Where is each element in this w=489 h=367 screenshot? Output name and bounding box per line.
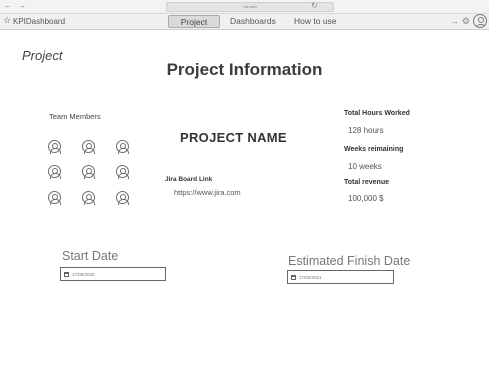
- reload-icon[interactable]: ↻: [311, 1, 318, 10]
- estimated-finish-date-input[interactable]: 17/02/2021: [287, 270, 394, 284]
- team-member-avatar-icon[interactable]: [82, 165, 95, 179]
- start-date-input[interactable]: 17/09/2020: [60, 267, 166, 281]
- project-name: PROJECT NAME: [180, 130, 287, 145]
- appbar-right-icons: → ⚙: [450, 14, 487, 28]
- tab-dashboards[interactable]: Dashboards: [226, 15, 280, 28]
- back-forward-arrows[interactable]: ← →: [4, 1, 28, 10]
- url-text: url.com: [243, 4, 257, 9]
- start-date-value: 17/09/2020: [72, 271, 95, 277]
- total-revenue-value: 100,000 $: [348, 194, 384, 203]
- team-member-avatar-icon[interactable]: [116, 140, 129, 154]
- finish-date-value: 17/02/2021: [299, 274, 322, 280]
- total-hours-value: 128 hours: [348, 126, 384, 135]
- page-title: Project Information: [166, 60, 323, 79]
- logout-arrow-icon[interactable]: →: [450, 16, 459, 26]
- total-hours-label: Total Hours Worked: [344, 110, 410, 117]
- url-bar[interactable]: url.com: [166, 2, 334, 12]
- team-member-avatar-icon[interactable]: [82, 140, 95, 154]
- weeks-remaining-value: 10 weeks: [348, 162, 382, 171]
- gear-icon[interactable]: ⚙: [462, 16, 470, 27]
- calendar-icon: [291, 274, 296, 280]
- team-member-avatar-icon[interactable]: [48, 165, 61, 179]
- tab-project[interactable]: Project: [168, 15, 220, 28]
- team-member-avatar-icon[interactable]: [82, 191, 95, 205]
- browser-toolbar: ← → url.com ↻: [0, 0, 489, 14]
- team-member-avatar-icon[interactable]: [48, 191, 61, 205]
- jira-board-link[interactable]: https://www.jira.com: [174, 188, 241, 197]
- estimated-finish-date-label: Estimated Finish Date: [288, 254, 411, 268]
- app-navbar: ☆ KPIDashboard Project Dashboards How to…: [0, 14, 489, 30]
- user-avatar-icon[interactable]: [473, 14, 487, 28]
- team-members-label: Team Members: [49, 112, 101, 121]
- team-member-avatar-icon[interactable]: [116, 165, 129, 179]
- calendar-icon: [64, 271, 69, 277]
- app-name: KPIDashboard: [13, 17, 66, 26]
- tab-how-to-use[interactable]: How to use: [290, 15, 341, 28]
- total-revenue-label: Total revenue: [344, 179, 389, 186]
- team-member-avatar-icon[interactable]: [48, 140, 61, 154]
- jira-board-label: Jira Board Link: [165, 176, 213, 183]
- star-icon[interactable]: ☆: [3, 15, 11, 26]
- team-member-avatar-icon[interactable]: [116, 191, 129, 205]
- weeks-remaining-label: Weeks reimaining: [344, 146, 404, 153]
- start-date-label: Start Date: [62, 249, 119, 263]
